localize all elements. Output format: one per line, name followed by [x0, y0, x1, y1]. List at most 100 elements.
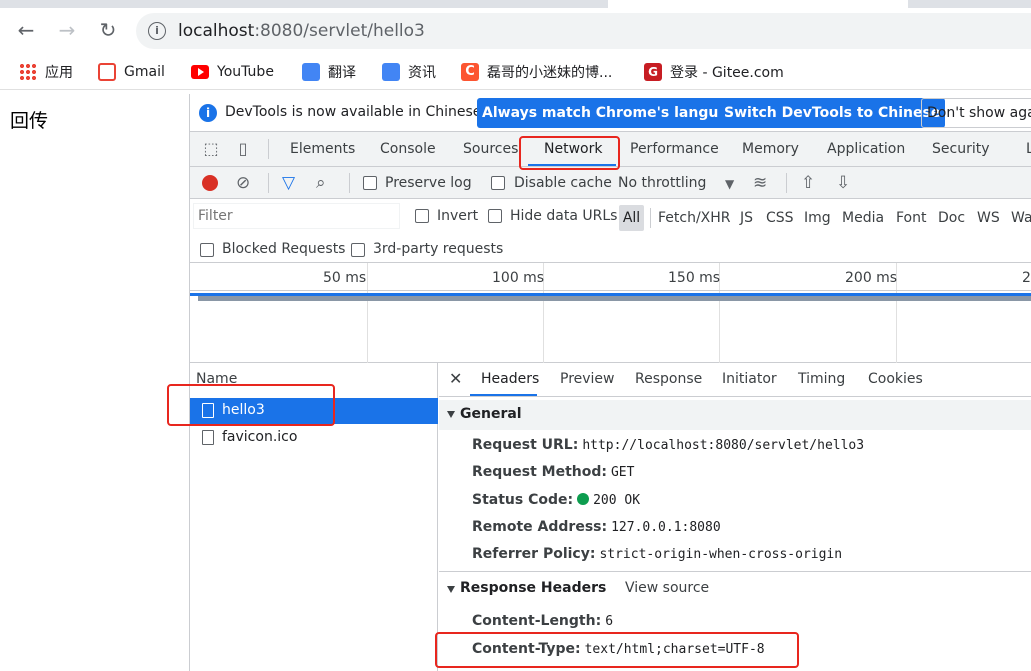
bookmark-news[interactable]: 资讯: [382, 62, 436, 82]
site-info-icon[interactable]: i: [148, 22, 166, 40]
clear-icon[interactable]: ⊘: [236, 173, 250, 193]
forward-icon[interactable]: →: [55, 18, 79, 42]
detail-tabs: ✕ Headers Preview Response Initiator Tim…: [439, 363, 1031, 397]
name-column-header[interactable]: Name: [196, 371, 237, 387]
third-party-checkbox[interactable]: [351, 243, 365, 257]
import-har-icon[interactable]: ⇧: [801, 173, 815, 193]
translate-icon: [302, 63, 320, 81]
filter-type-wasm[interactable]: Wa: [1011, 210, 1031, 226]
filter-input[interactable]: [193, 203, 400, 229]
always-match-language-button[interactable]: Always match Chrome's language: [477, 98, 753, 128]
tab-initiator[interactable]: Initiator: [722, 371, 777, 387]
blocked-requests-checkbox[interactable]: [200, 243, 214, 257]
divider: [268, 139, 269, 159]
tab-cookies[interactable]: Cookies: [868, 371, 923, 387]
general-section-header[interactable]: General: [439, 400, 1031, 430]
device-toolbar-icon[interactable]: ▯: [233, 140, 253, 158]
invert-checkbox[interactable]: [415, 209, 429, 223]
response-headers-section-header[interactable]: Response Headers View source: [439, 571, 1031, 601]
tick-label: 200 ms: [845, 270, 898, 286]
filter-type-ws[interactable]: WS: [977, 210, 1000, 226]
filter-type-fetch-xhr[interactable]: Fetch/XHR: [658, 210, 731, 226]
address-bar[interactable]: i localhost:8080/servlet/hello3: [136, 13, 1031, 49]
expand-triangle-icon: [447, 586, 455, 593]
bookmark-youtube[interactable]: YouTube: [191, 62, 274, 82]
file-icon: [202, 430, 214, 445]
tab-network[interactable]: Network: [544, 141, 602, 157]
filter-type-js[interactable]: JS: [740, 210, 753, 226]
request-row-selected[interactable]: hello3: [190, 398, 438, 424]
dont-show-again-button[interactable]: Don't show again: [921, 98, 1031, 128]
tab-overflow[interactable]: L: [1026, 141, 1031, 157]
chevron-down-icon[interactable]: ▼: [725, 174, 734, 194]
record-icon[interactable]: [202, 175, 218, 191]
info-icon: i: [199, 104, 217, 122]
section-title: Response Headers: [460, 580, 607, 596]
search-icon[interactable]: ⌕: [316, 173, 326, 193]
switch-to-chinese-button[interactable]: Switch DevTools to Chinese: [719, 98, 946, 128]
request-name: favicon.ico: [222, 429, 298, 445]
bookmark-gmail[interactable]: Gmail: [98, 62, 165, 82]
tab-memory[interactable]: Memory: [742, 141, 799, 157]
tab-performance[interactable]: Performance: [630, 141, 719, 157]
apps-grid-icon: [19, 63, 37, 81]
network-conditions-icon[interactable]: ≋: [753, 173, 767, 193]
back-icon[interactable]: ←: [14, 18, 38, 42]
tab-security[interactable]: Security: [932, 141, 990, 157]
export-har-icon[interactable]: ⇩: [836, 173, 850, 193]
timeline-ruler: 50 ms 100 ms 150 ms 200 ms 2: [190, 263, 1031, 291]
filter-type-media[interactable]: Media: [842, 210, 884, 226]
bookmark-translate[interactable]: 翻译: [302, 62, 356, 82]
divider: [650, 208, 651, 228]
invert-label: Invert: [437, 208, 479, 224]
tab-console[interactable]: Console: [380, 141, 436, 157]
close-icon[interactable]: ✕: [449, 369, 462, 388]
request-name: hello3: [222, 402, 265, 418]
tab-response[interactable]: Response: [635, 371, 702, 387]
tick-label: 100 ms: [492, 270, 545, 286]
url-text[interactable]: localhost:8080/servlet/hello3: [178, 21, 425, 41]
network-overview-timeline[interactable]: 50 ms 100 ms 150 ms 200 ms 2: [190, 263, 1031, 363]
request-list: Name hello3 favicon.ico: [190, 363, 438, 671]
tab-preview[interactable]: Preview: [560, 371, 615, 387]
tab-application[interactable]: Application: [827, 141, 905, 157]
active-tab[interactable]: [608, 0, 908, 8]
divider: [268, 173, 269, 193]
filter-icon[interactable]: ▽: [282, 173, 295, 193]
page-body-text: 回传: [10, 110, 49, 132]
filter-type-css[interactable]: CSS: [766, 210, 794, 226]
timeline-waterfall-bar: [198, 296, 1031, 301]
bookmarks-bar: 应用 Gmail YouTube 翻译 资讯 C 磊哥的小迷妹的博... G 登录 …: [0, 54, 1031, 90]
status-ok-icon: [577, 493, 590, 505]
document-icon: [202, 403, 214, 418]
reload-icon[interactable]: ↻: [96, 18, 120, 42]
bookmark-gitee[interactable]: G 登录 - Gitee.com: [644, 62, 784, 82]
hide-data-urls-checkbox[interactable]: [488, 209, 502, 223]
referrer-policy-row: Referrer Policy: strict-origin-when-cross…: [472, 546, 843, 562]
divider: [349, 173, 350, 193]
devtools-tabs: ⬚ ▯ Elements Console Sources Network Per…: [190, 132, 1031, 167]
language-infobar: i DevTools is now available in Chinese! …: [190, 94, 1031, 132]
hide-data-urls-label: Hide data URLs: [510, 208, 618, 224]
network-toolbar: ⊘ ▽ ⌕ Preserve log Disable cache No thro…: [190, 167, 1031, 199]
tab-headers[interactable]: Headers: [481, 371, 539, 387]
request-method-row: Request Method: GET: [472, 464, 635, 480]
filter-type-font[interactable]: Font: [896, 210, 926, 226]
bookmark-apps[interactable]: 应用: [19, 62, 73, 82]
filter-type-all[interactable]: All: [619, 205, 644, 231]
filter-type-doc[interactable]: Doc: [938, 210, 965, 226]
tab-sources[interactable]: Sources: [463, 141, 518, 157]
view-source-link[interactable]: View source: [625, 580, 709, 596]
disable-cache-checkbox[interactable]: [491, 176, 505, 190]
preserve-log-checkbox[interactable]: [363, 176, 377, 190]
youtube-icon: [191, 65, 209, 79]
tick-label: 50 ms: [323, 270, 367, 286]
throttling-select[interactable]: No throttling: [618, 175, 706, 191]
tab-elements[interactable]: Elements: [290, 141, 355, 157]
filter-type-img[interactable]: Img: [804, 210, 831, 226]
divider: [786, 173, 787, 193]
bookmark-csdn[interactable]: C 磊哥的小迷妹的博...: [461, 62, 612, 82]
request-detail-pane: ✕ Headers Preview Response Initiator Tim…: [439, 363, 1031, 671]
tab-timing[interactable]: Timing: [798, 371, 845, 387]
inspect-element-icon[interactable]: ⬚: [201, 140, 221, 158]
